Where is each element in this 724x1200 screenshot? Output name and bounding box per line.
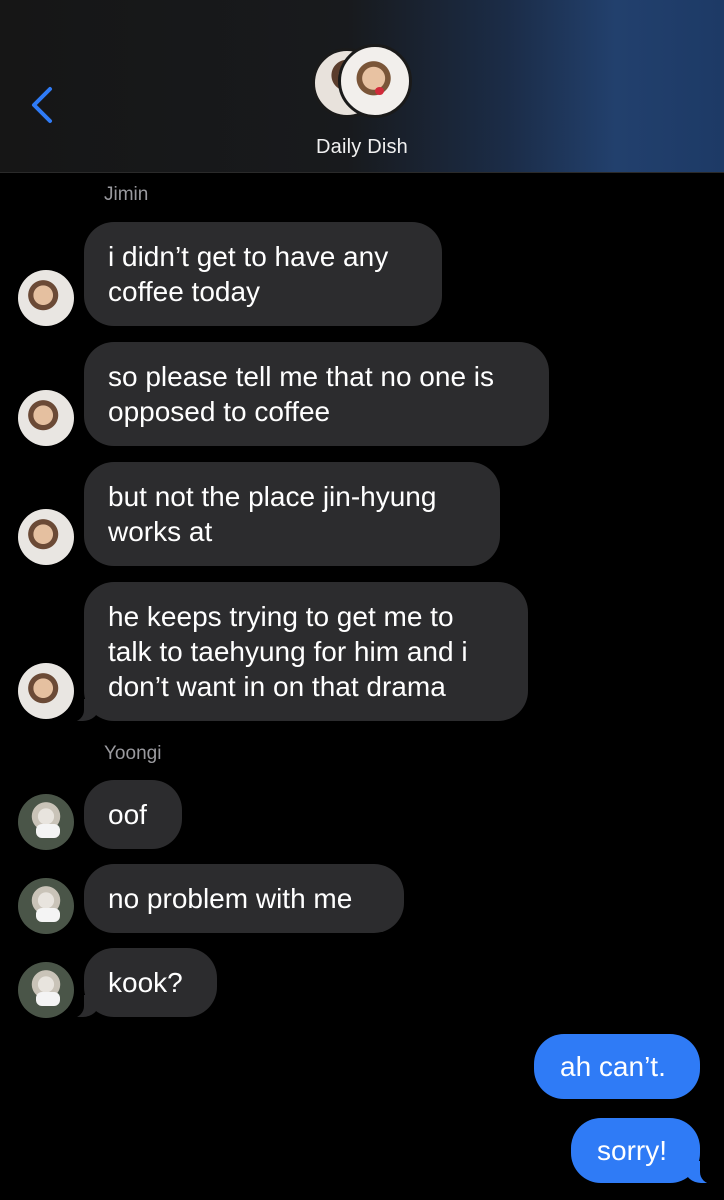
avatar[interactable] xyxy=(18,270,74,326)
chat-title[interactable]: Daily Dish xyxy=(0,136,724,159)
avatar[interactable] xyxy=(18,509,74,565)
sent-message-bubble[interactable]: sorry! xyxy=(571,1118,713,1184)
message-bubble[interactable]: no problem with me xyxy=(84,864,404,933)
message-bubble[interactable]: he keeps trying to get me to talk to tae… xyxy=(71,582,528,722)
avatar[interactable] xyxy=(18,663,74,719)
sender-name: Yoongi xyxy=(104,743,162,764)
chat-header: Daily Dish xyxy=(0,0,724,173)
chevron-left-icon xyxy=(32,87,52,123)
message-bubble[interactable]: but not the place jin-hyung works at xyxy=(84,462,500,566)
message-bubble[interactable]: so please tell me that no one is opposed… xyxy=(84,342,549,446)
avatar[interactable] xyxy=(18,390,74,446)
group-member-avatar xyxy=(338,44,412,118)
message-bubble[interactable]: i didn’t get to have any coffee today xyxy=(84,222,442,326)
sender-name: Jimin xyxy=(104,184,149,205)
sent-message-bubble[interactable]: ah can’t. xyxy=(534,1034,700,1099)
message-bubble[interactable]: oof xyxy=(84,780,182,849)
avatar[interactable] xyxy=(18,794,74,850)
message-bubble[interactable]: kook? xyxy=(71,948,217,1018)
back-button[interactable] xyxy=(22,80,62,130)
group-avatar[interactable] xyxy=(312,44,412,124)
avatar[interactable] xyxy=(18,962,74,1018)
avatar[interactable] xyxy=(18,878,74,934)
